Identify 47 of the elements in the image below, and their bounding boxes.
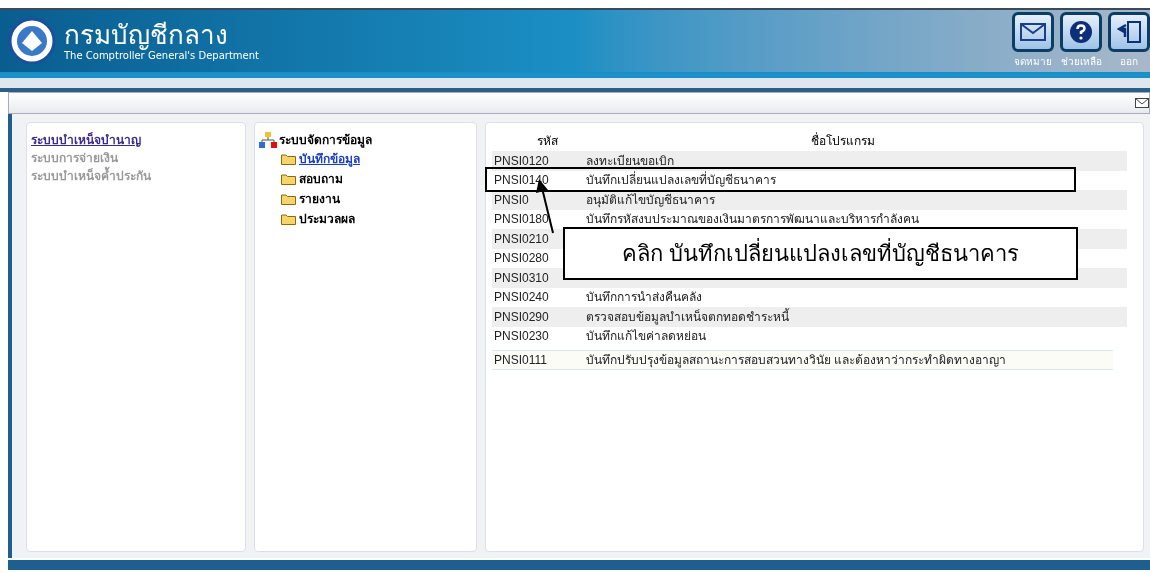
- mail-icon: [1020, 23, 1046, 41]
- tree-item[interactable]: รายงาน: [299, 190, 340, 208]
- program-row[interactable]: PNSI0111 บันทึกปรับปรุงข้อมูลสถานะการสอบสวนทางวินัย และต้องหาว่ากระทำผิดทางอาญา: [492, 350, 1113, 370]
- code-cell-text: PNSI0: [493, 191, 530, 209]
- column-header: ชื่อโปรแกรม: [809, 132, 876, 150]
- tree-item[interactable]: บันทึกข้อมูล: [299, 150, 360, 168]
- program-row[interactable]: PNSI0290 ตรวจสอบข้อมูลบำเหน็จตกทอดชำระหนี้: [492, 307, 1127, 327]
- code-cell-text: PNSI0210: [493, 230, 550, 248]
- tree-root-label: ระบบจัดการข้อมูล: [279, 132, 372, 149]
- program-name-cell: ตรวจสอบข้อมูลบำเหน็จตกทอดชำระหนี้: [586, 307, 789, 326]
- program-name-cell: บันทึกเปลี่ยนแปลงเลขที่บัญชีธนาคาร: [586, 171, 776, 190]
- mail-icon: [1135, 98, 1149, 108]
- code-cell-text: PNSI0280: [493, 250, 550, 268]
- emblem-icon: [8, 17, 56, 65]
- program-name-cell-text: ลงทะเบียนขอเบิก: [586, 152, 674, 170]
- program-name-cell-text: บันทึกปรับปรุงข้อมูลสถานะการสอบสวนทางวินัย และต้องหาว่ากระทำผิดทางอาญา: [586, 352, 1007, 369]
- tree-item[interactable]: สอบถาม: [299, 170, 343, 188]
- program-name-cell-text: บันทึกการนำส่งคืนคลัง: [586, 289, 702, 307]
- folder-icon: [281, 153, 296, 165]
- code-cell-text: PNSI0120: [493, 152, 550, 170]
- program-name-cell-text: อนุมัติแก้ไขบัญชีธนาคาร: [586, 191, 715, 209]
- code-cell-text: PNSI0140: [493, 172, 550, 190]
- header-subtitle: The Comptroller General's Department: [64, 50, 259, 62]
- callout-text: คลิก บันทึกเปลี่ยนแปลงเลขที่บัญชีธนาคาร: [621, 237, 1020, 270]
- system-link[interactable]: ระบบบำเหน็จบำนาญ: [31, 131, 241, 149]
- program-row[interactable]: PNSI0 อนุมัติแก้ไขบัญชีธนาคาร: [492, 190, 1127, 210]
- folder-icon: [281, 193, 296, 205]
- code-cell-text: PNSI0180: [493, 211, 550, 229]
- folder-icon: [281, 173, 296, 185]
- program-name-cell-text: บันทึกแก้ไขค่าลดหย่อน: [586, 328, 706, 346]
- folder-icon: [281, 213, 296, 225]
- code-cell-text: PNSI0230: [493, 328, 550, 346]
- program-name-cell-text: บันทึกรหัสงบประมาณของเงินมาตรการพัฒนาและบริหารกำลังคน: [586, 211, 919, 229]
- column-header: รหัส: [536, 133, 558, 150]
- code-cell-text: PNSI0310: [493, 269, 550, 287]
- help-button[interactable]: [1060, 12, 1102, 52]
- exit-button[interactable]: [1108, 12, 1150, 52]
- mail-button[interactable]: [1012, 12, 1054, 52]
- sitemap-icon: [259, 132, 277, 148]
- help-icon: [1069, 20, 1093, 44]
- code-cell-text: PNSI0111: [493, 352, 548, 369]
- door-arrow-icon: [1117, 21, 1141, 43]
- code-cell-text: PNSI0240: [493, 289, 550, 307]
- header-title: กรมบัญชีกลาง: [64, 20, 228, 50]
- tree-item[interactable]: ประมวลผล: [299, 210, 355, 228]
- program-row[interactable]: PNSI0120 ลงทะเบียนขอเบิก: [492, 151, 1127, 171]
- code-cell-text: PNSI0290: [493, 308, 550, 326]
